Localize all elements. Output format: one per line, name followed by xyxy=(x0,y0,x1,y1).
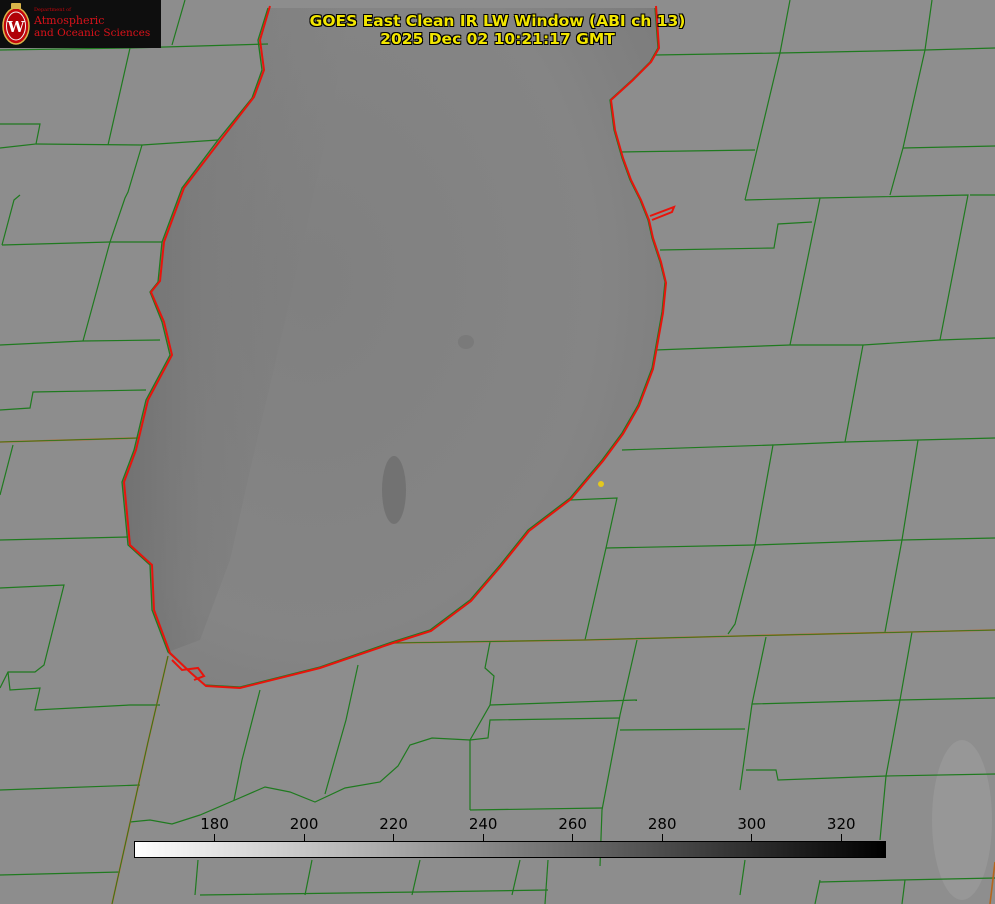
colorbar-tick-label: 280 xyxy=(647,815,677,833)
cold-cloud-spot xyxy=(382,456,406,524)
colorbar-tick-mark xyxy=(393,834,395,841)
cold-cloud-spot-small xyxy=(458,335,474,349)
logo-department: Department of xyxy=(34,7,71,13)
logo-name-line1: Atmospheric xyxy=(34,14,105,27)
temperature-colorbar xyxy=(134,841,886,858)
colorbar-tick-mark xyxy=(751,834,753,841)
satellite-map[interactable] xyxy=(0,0,995,904)
colorbar-tick-mark xyxy=(214,834,216,841)
colorbar-tick-label: 260 xyxy=(558,815,587,833)
colorbar-tick-label: 220 xyxy=(379,815,408,833)
aos-logo[interactable]: W Department of Atmospheric and Oceanic … xyxy=(0,0,161,48)
uw-crest-icon: W xyxy=(2,3,30,45)
colorbar-tick-label: 300 xyxy=(737,815,767,833)
haze-southeast xyxy=(932,740,992,900)
colorbar-tick-label: 240 xyxy=(468,815,498,833)
colorbar-tick-mark xyxy=(303,834,305,841)
colorbar-tick-mark xyxy=(840,834,842,841)
colorbar-tick-mark xyxy=(482,834,484,841)
colorbar-tick-label: 320 xyxy=(826,815,856,833)
colorbar-tick-label: 180 xyxy=(200,815,229,833)
colorbar-tick-label: 200 xyxy=(289,815,319,833)
svg-text:W: W xyxy=(7,18,26,36)
colorbar-tick-mark xyxy=(661,834,663,841)
logo-name-line2: and Oceanic Sciences xyxy=(34,27,151,39)
location-marker[interactable] xyxy=(598,481,604,487)
colorbar-tick-mark xyxy=(572,834,574,841)
